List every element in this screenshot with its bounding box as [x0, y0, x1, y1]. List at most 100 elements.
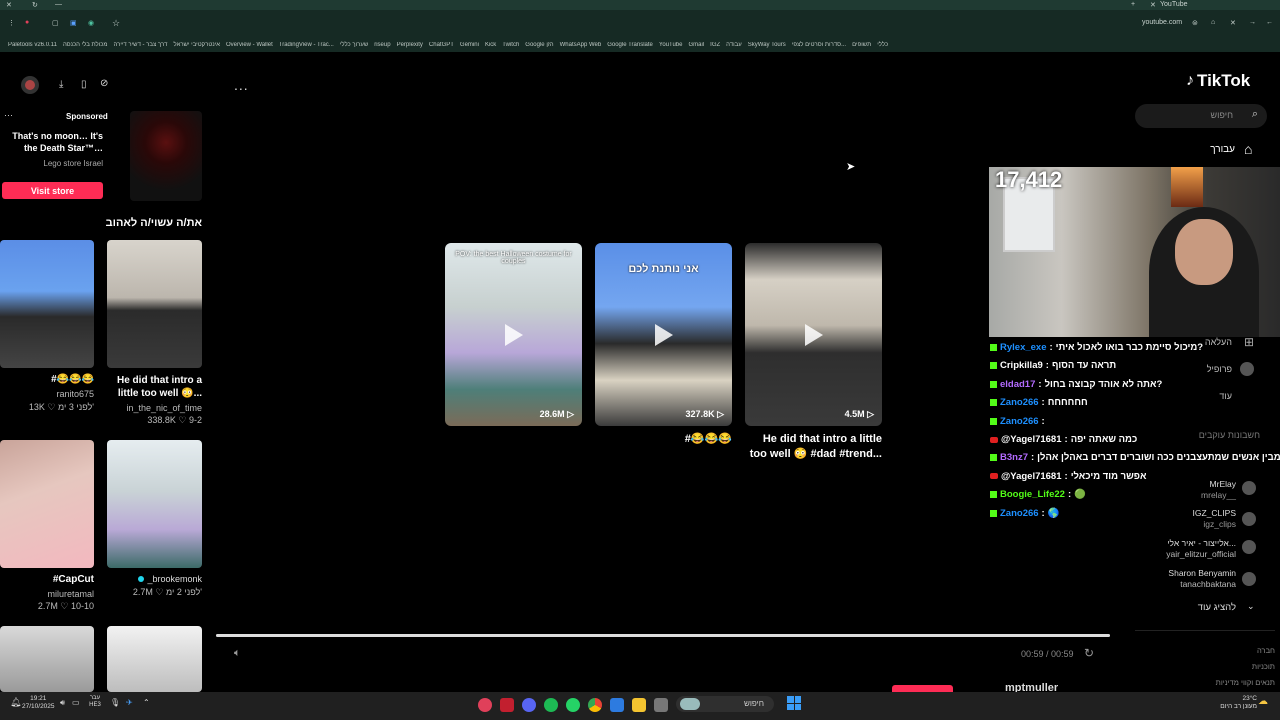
video-title[interactable]: He did that intro a little too well 😳 #d… [745, 432, 882, 462]
video-card[interactable]: אני נותנת לכם 327.8K ▷ [595, 243, 732, 426]
app-icon[interactable] [478, 698, 492, 712]
liked-video-thumbnail[interactable] [0, 626, 94, 692]
site-info-icon[interactable]: ⊜ [1192, 19, 1198, 27]
bookmark-item[interactable]: riseup [374, 42, 390, 48]
footer-link[interactable]: חברה [1150, 643, 1275, 659]
nav-profile[interactable]: פרופיל [1207, 364, 1232, 374]
url-field[interactable]: youtube.com [1142, 19, 1182, 26]
taskbar-search[interactable]: חיפוש [676, 696, 774, 712]
bookmark-item[interactable]: Google הזן [525, 42, 553, 48]
reload-icon[interactable]: ↻ [32, 1, 38, 9]
more-options-icon[interactable]: ... [234, 77, 249, 93]
following-account[interactable]: MrElay mrelay__ [1201, 479, 1236, 501]
app-icon[interactable] [610, 698, 624, 712]
tray-expand-icon[interactable]: ⌃ [143, 698, 150, 707]
liked-video-user[interactable]: _brookemonk [107, 574, 202, 584]
liked-video-title[interactable]: #CapCut [0, 574, 94, 585]
bookmark-item[interactable]: Twitch [502, 42, 519, 48]
nav-for-you[interactable]: עבורך [1180, 144, 1235, 155]
profile-avatar[interactable] [1240, 362, 1254, 376]
menu-icon[interactable]: ⋮ [8, 19, 15, 27]
play-icon[interactable] [804, 323, 823, 346]
volume-icon[interactable]: 🔊︎ [60, 698, 65, 708]
bookmark-item[interactable]: אינטרקטיבי ישראל [174, 42, 220, 48]
liked-video-thumbnail[interactable] [0, 240, 94, 368]
play-icon[interactable] [504, 323, 523, 346]
tab-close-icon[interactable]: ✕ [1150, 1, 1156, 9]
liked-video-thumbnail[interactable] [107, 240, 202, 368]
weather-icon[interactable]: ☁ [1258, 696, 1268, 707]
nav-upload[interactable]: העלאה [1205, 337, 1232, 347]
extension-icon[interactable]: ◉ [88, 19, 94, 27]
search-icon[interactable]: ⌕ [1252, 108, 1258, 121]
video-card[interactable]: POV: the best Halloween costume for coup… [445, 243, 582, 426]
bookmark-item[interactable]: Google Translate [607, 42, 653, 48]
app-icon[interactable] [654, 698, 668, 712]
search-input[interactable]: חיפוש ⌕ [1135, 104, 1267, 128]
close-window-icon[interactable]: ✕ [6, 1, 12, 9]
weather-widget[interactable]: 23°C מעונן רב היום [1205, 695, 1257, 711]
whatsapp-icon[interactable] [566, 698, 580, 712]
mic-icon[interactable]: 🎙︎ [110, 698, 120, 707]
footer-link[interactable]: תוכניות [1150, 659, 1275, 675]
following-account[interactable]: אלייצור - יאיר אלי... yair_elitzur_offici… [1166, 538, 1236, 560]
bookmark-item[interactable]: עבודה [726, 42, 742, 48]
liked-video-title[interactable]: He did that intro a little too well 😳... [107, 374, 202, 400]
ad-image[interactable] [130, 111, 202, 201]
bookmark-item[interactable]: WhatsApp Web [560, 42, 602, 48]
notifications-icon[interactable]: 🔔︎ [10, 697, 21, 708]
show-more-link[interactable]: להציג עוד [1180, 602, 1236, 613]
bookmark-item[interactable]: דרך צבר - דשיר דיירה [113, 42, 167, 48]
replay-icon[interactable]: ↻ [1084, 646, 1094, 660]
avatar[interactable] [21, 76, 39, 94]
bookmark-item[interactable]: ChatGPT [429, 42, 454, 48]
extension-icon[interactable]: ▣ [70, 19, 77, 27]
liked-video-user[interactable]: ranito675 [0, 389, 94, 399]
discord-icon[interactable] [522, 698, 536, 712]
follow-button[interactable] [892, 685, 953, 692]
bookmark-item[interactable]: Perplexity [397, 42, 423, 48]
forward-icon[interactable]: → [1249, 19, 1256, 26]
ad-menu-icon[interactable]: ··· [4, 110, 13, 120]
compass-icon[interactable]: ⊘ [100, 78, 108, 89]
home-icon[interactable]: ⌂ [1211, 19, 1215, 26]
bookmark-item[interactable]: סדרות וסרטים לצפי... [792, 42, 846, 48]
avatar[interactable] [1242, 481, 1256, 495]
bookmark-item[interactable]: IGZ [710, 42, 720, 48]
volume-icon[interactable]: 🔈︎ [234, 647, 241, 660]
bookmark-item[interactable]: SkyWay Tours [748, 42, 786, 48]
bookmark-item[interactable]: Gemini [460, 42, 479, 48]
stop-icon[interactable]: ✕ [1230, 19, 1236, 27]
liked-video-title[interactable]: #😂😂😂 [0, 374, 94, 385]
bookmark-star-icon[interactable]: ☆ [112, 18, 120, 29]
liked-video-thumbnail[interactable] [0, 440, 94, 568]
bookmark-item[interactable]: TradingView - Trac... [279, 42, 334, 48]
chevron-down-icon[interactable]: ⌄ [1247, 601, 1255, 612]
video-title[interactable]: #😂😂😂 [595, 432, 732, 445]
nav-more[interactable]: עוד [1219, 391, 1232, 401]
liked-video-thumbnail[interactable] [107, 626, 202, 692]
bookmark-item[interactable]: שערוך כללי [340, 42, 368, 48]
minimize-icon[interactable]: — [55, 1, 62, 8]
footer-link[interactable]: תנאים וקווי מדיניות [1150, 675, 1275, 691]
avatar[interactable] [1242, 540, 1256, 554]
mobile-icon[interactable]: ▯ [81, 79, 87, 90]
extension-icon[interactable]: ● [25, 19, 29, 26]
display-icon[interactable]: ▭ [72, 698, 80, 707]
chrome-icon[interactable] [588, 698, 602, 712]
following-account[interactable]: IGZ_CLIPS igz_clips [1193, 508, 1236, 530]
liked-video-user[interactable]: in_the_nic_of_time [107, 403, 202, 413]
bookmark-item[interactable]: תשופים [852, 42, 871, 48]
telegram-icon[interactable]: ✈ [126, 698, 133, 707]
file-explorer-icon[interactable] [632, 698, 646, 712]
extension-icon[interactable]: ▢ [52, 19, 59, 27]
bookmark-item[interactable]: Overview - Wallet [226, 42, 273, 48]
home-icon[interactable]: ⌂ [1244, 141, 1252, 157]
back-icon[interactable]: ← [1266, 19, 1273, 26]
following-account[interactable]: Sharon Benyamin tanachbaktana [1168, 568, 1236, 590]
bookmark-item[interactable]: Kick [485, 42, 496, 48]
clock[interactable]: 19:21 27/10/2025 [22, 695, 55, 711]
liked-video-thumbnail[interactable] [107, 440, 202, 568]
bookmark-item[interactable]: Paletools v26.0.11 [8, 42, 57, 48]
upload-icon[interactable]: ⊞ [1244, 335, 1254, 349]
